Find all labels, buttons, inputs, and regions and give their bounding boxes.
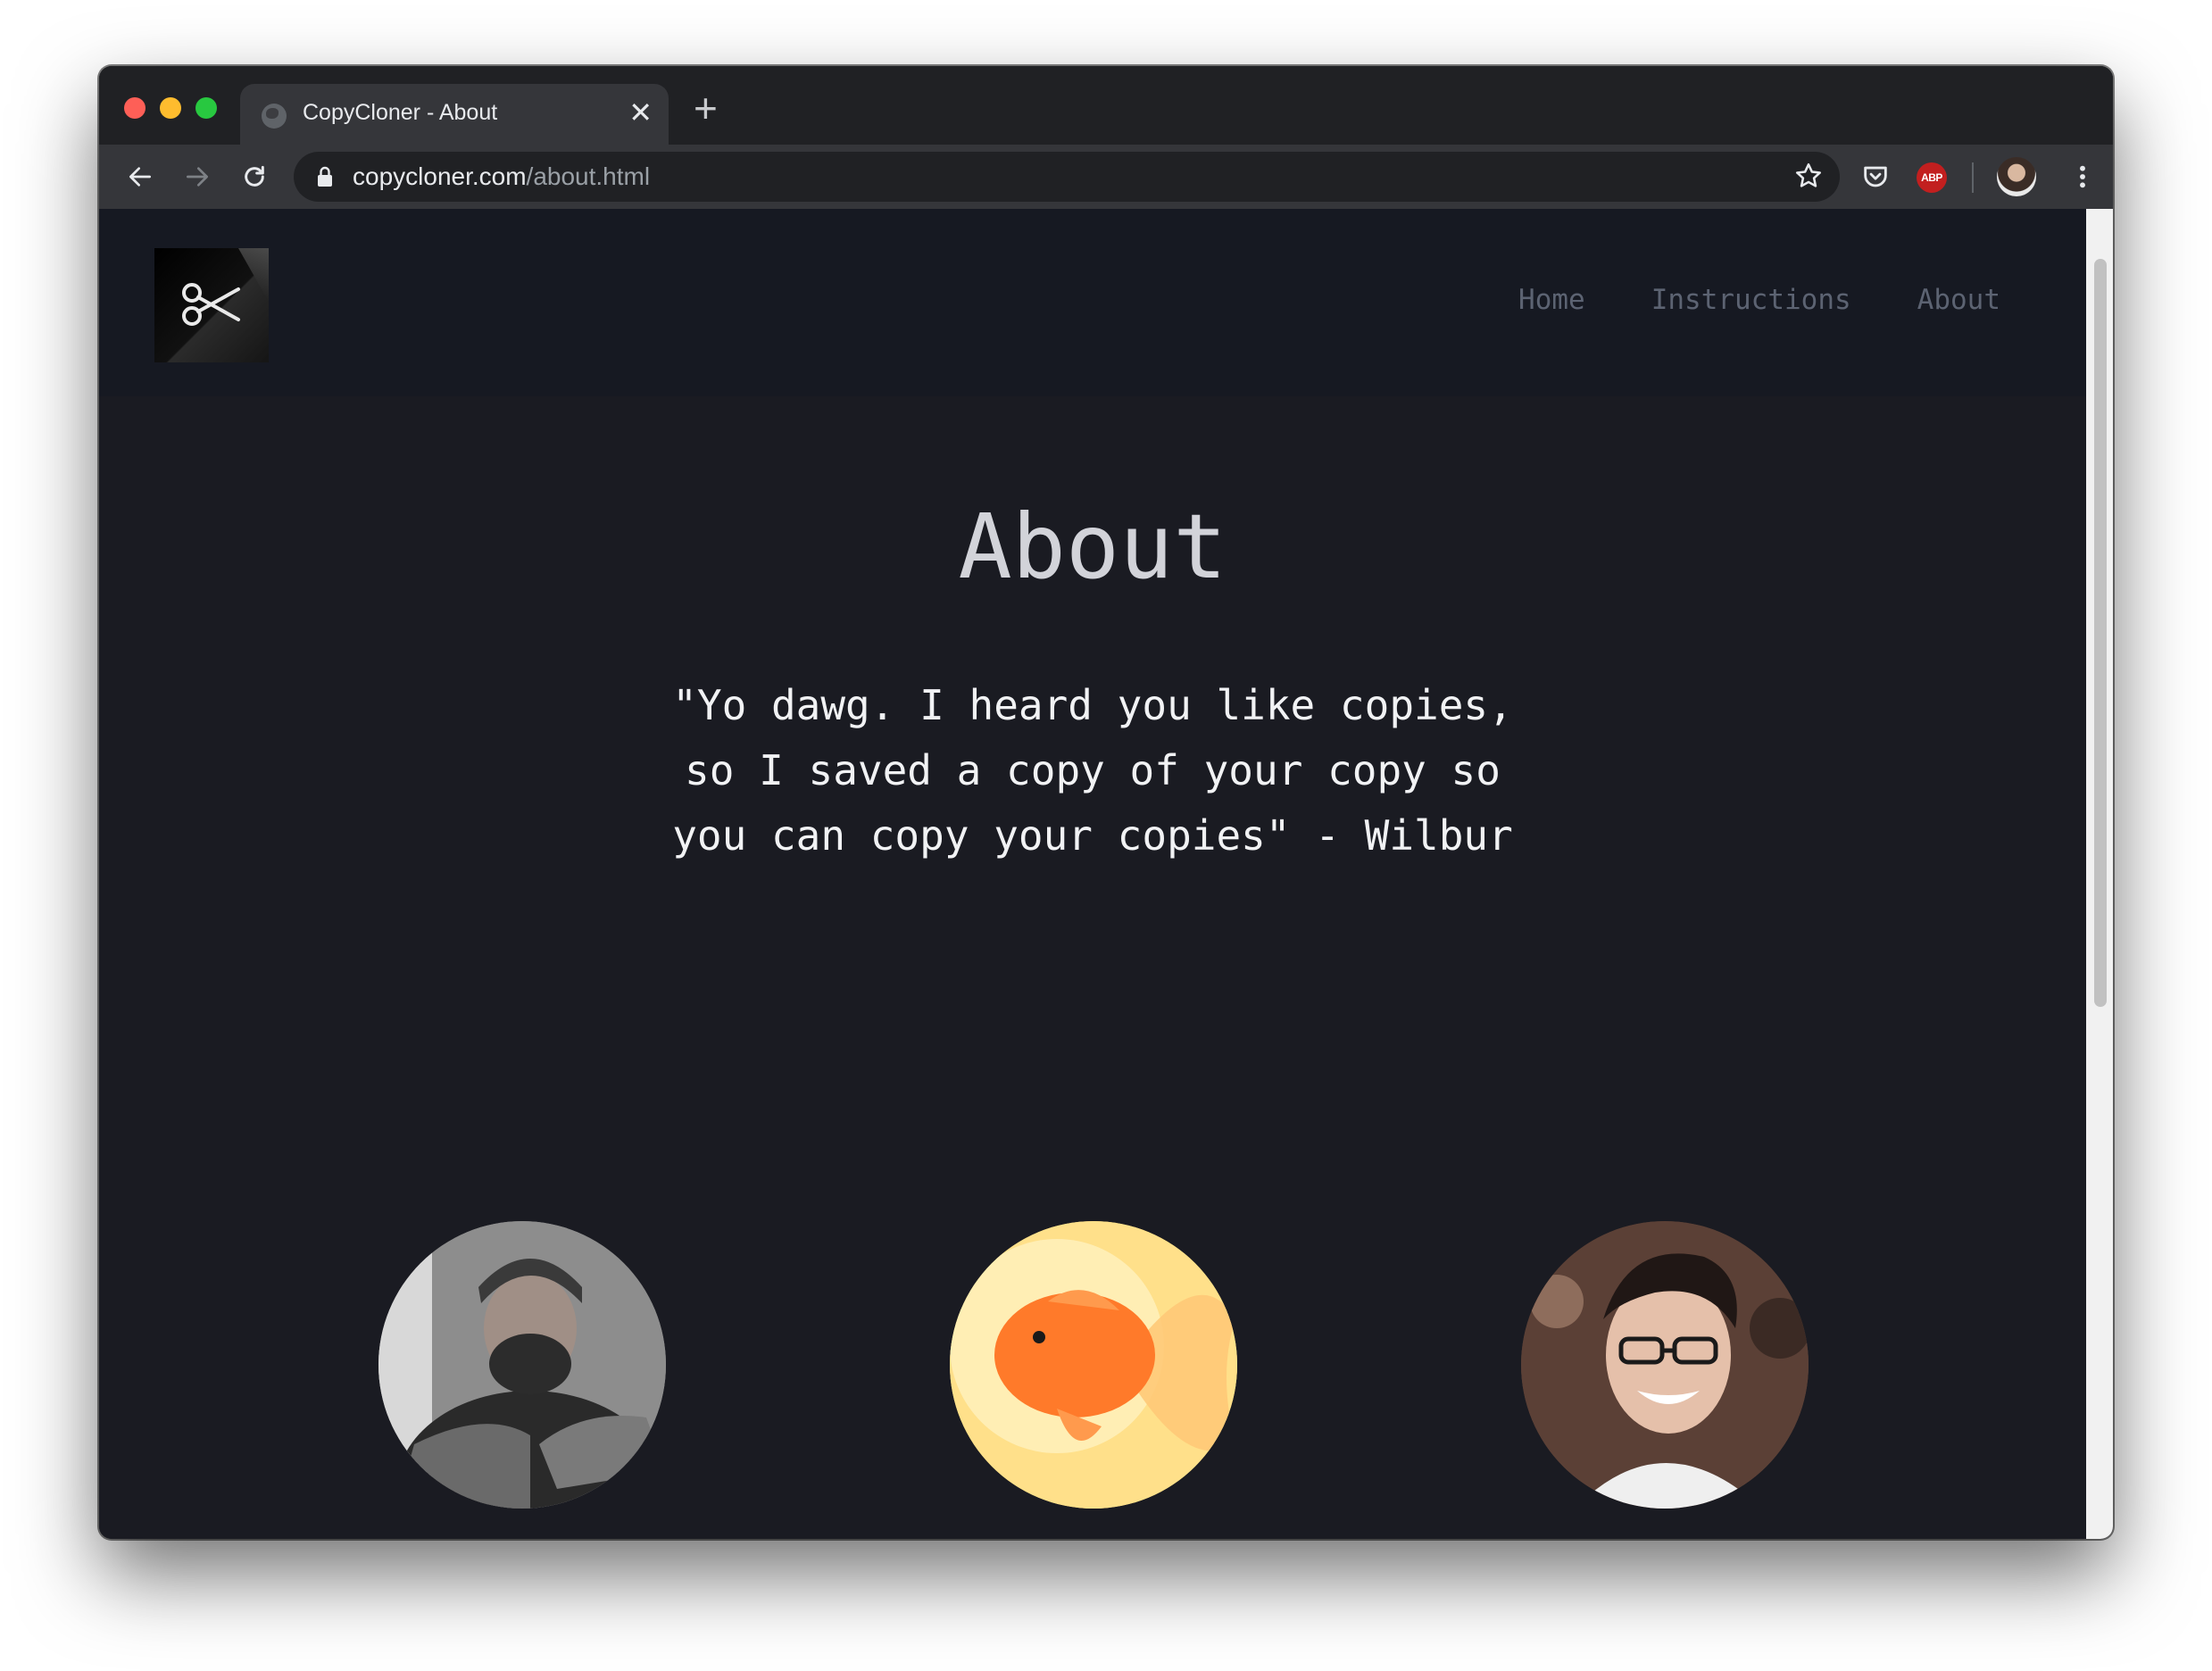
nav-about[interactable]: About [1917,284,2000,316]
scrollbar-thumb[interactable] [2094,259,2107,1007]
profile-avatar[interactable] [1997,157,2036,196]
page-title: About [958,495,1227,599]
reload-button[interactable] [235,157,274,196]
nav-instructions[interactable]: Instructions [1651,284,1851,316]
address-bar[interactable]: copycloner.com/about.html [294,152,1840,202]
browser-menu-button[interactable] [2063,157,2102,196]
url-text: copycloner.com/about.html [353,162,650,191]
bookmark-star-icon[interactable] [1793,161,1824,191]
close-tab-icon[interactable]: ✕ [628,96,653,129]
copycloner-logo[interactable] [154,248,269,362]
arrow-right-icon [187,167,208,187]
tab-title: CopyCloner - About [303,100,498,125]
team-member-photo-2 [950,1221,1237,1509]
quote-line-2: so I saved a copy of your copy so [685,746,1501,794]
forward-button[interactable] [178,157,217,196]
arrow-left-icon [129,167,151,187]
browser-toolbar: copycloner.com/about.html ABP [99,145,2113,209]
kebab-menu-icon [2080,165,2085,188]
scissors-icon [182,283,240,326]
main-nav: Home Instructions About [1518,284,2000,316]
page-scrollbar[interactable] [2086,209,2113,1539]
team-member-photo-1 [378,1221,666,1509]
person-photo-bw [378,1221,666,1509]
minimize-window-button[interactable] [160,97,181,119]
maximize-window-button[interactable] [195,97,217,119]
url-path: /about.html [526,162,651,190]
abp-label: ABP [1921,171,1942,184]
close-window-button[interactable] [124,97,146,119]
pocket-button[interactable] [1856,157,1895,196]
goldfish-photo [950,1221,1237,1509]
nav-home[interactable]: Home [1518,284,1585,316]
pocket-icon [1864,166,1887,187]
page-viewport: Home Instructions About About "Yo dawg. … [99,209,2086,1539]
quote-line-1: "Yo dawg. I heard you like copies, [672,681,1513,729]
adblock-plus-icon[interactable]: ABP [1917,162,1947,193]
team-member-photo-3 [1521,1221,1809,1509]
toolbar-divider [1972,162,1974,193]
tab-copycloner-about[interactable]: CopyCloner - About ✕ [240,84,669,145]
new-tab-button[interactable]: + [694,87,718,129]
tab-strip: CopyCloner - About ✕ + [99,66,2113,145]
quote-line-3: you can copy your copies" - Wilbur [672,811,1513,860]
site-header: Home Instructions About [99,209,2086,396]
back-button[interactable] [121,157,160,196]
reload-icon [245,165,264,187]
person-photo-glasses [1521,1221,1809,1509]
url-host: copycloner.com [353,162,527,190]
lock-icon [318,166,332,187]
about-quote: "Yo dawg. I heard you like copies, so I … [646,673,1539,869]
globe-icon [262,104,287,129]
